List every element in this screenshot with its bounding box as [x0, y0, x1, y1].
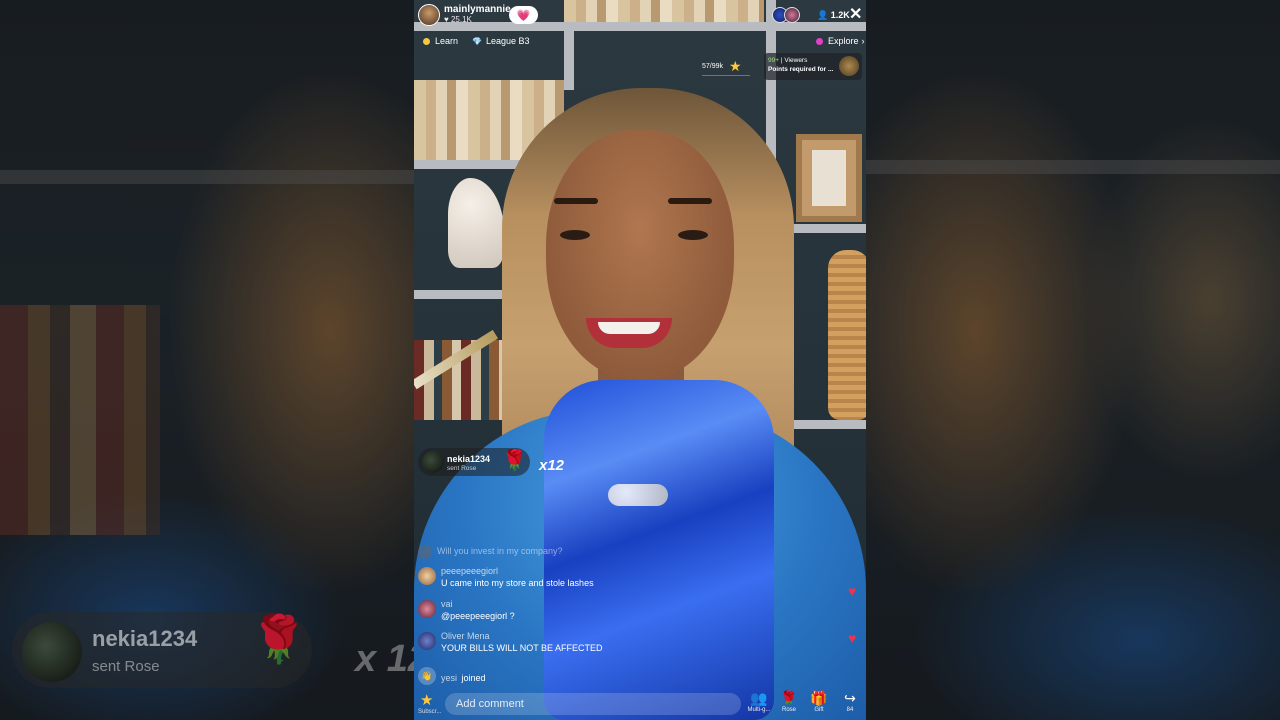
gift-icon: 🎁: [810, 690, 828, 706]
gift-button[interactable]: 🎁 Gift: [805, 690, 833, 713]
heart-icon: ♥: [848, 583, 857, 599]
backdrop-gift-sender: nekia1234: [92, 626, 198, 651]
share-count: 84: [846, 707, 854, 713]
ranking-panel[interactable]: 99+ | Viewers Points required for ...: [764, 53, 862, 80]
rose-button-label: Rose: [781, 707, 796, 713]
learn-label: Learn: [435, 36, 459, 46]
chat-message[interactable]: peeepeeegiorl U came into my store and st…: [418, 565, 594, 589]
chat-avatar[interactable]: [418, 632, 436, 650]
chat-text: @peeepeeegiorl ?: [441, 611, 515, 621]
rose-icon: 🌹: [502, 450, 527, 472]
host-eye-left: [560, 230, 590, 240]
woven-vase: [828, 250, 866, 420]
star-icon: ★: [729, 58, 742, 74]
chevron-right-icon: ›: [861, 36, 865, 46]
multi-guest-button[interactable]: 👥 Multi-g...: [745, 690, 773, 713]
host-likes: ♥ 25.1K: [444, 15, 472, 24]
gift-sender-name[interactable]: nekia1234: [447, 454, 490, 464]
host-username: mainlymannie: [444, 4, 511, 15]
backdrop-gift-avatar: [22, 622, 82, 682]
chat-text: U came into my store and stole lashes: [441, 578, 594, 588]
backdrop-shelf: [866, 160, 1280, 174]
chat-message[interactable]: Will you invest in my company?: [418, 545, 563, 559]
share-button[interactable]: ↪ 84: [836, 690, 864, 713]
chat-message[interactable]: Oliver Mena YOUR BILLS WILL NOT BE AFFECT…: [418, 630, 603, 654]
ranking-avatar[interactable]: [839, 56, 859, 76]
heart-icon: ♥: [848, 630, 857, 646]
explore-label: Explore: [828, 36, 859, 46]
host-likes-value: 25.1K: [450, 15, 472, 24]
league-chip[interactable]: 💎 League B3: [472, 34, 530, 48]
diamond-icon: 💎: [472, 36, 482, 46]
gift-sender-avatar[interactable]: [422, 451, 444, 473]
rose-button[interactable]: 🌹 Rose: [775, 690, 803, 713]
chat-avatar[interactable]: [418, 545, 432, 559]
chat-username[interactable]: yesi: [441, 673, 457, 683]
host-brooch: [608, 484, 668, 506]
explore-chip[interactable]: Explore ›: [816, 34, 865, 48]
close-button[interactable]: ✕: [849, 6, 862, 24]
follow-button[interactable]: 💗: [509, 6, 538, 24]
picture-frame: [796, 134, 862, 222]
viewer-avatar[interactable]: [784, 7, 800, 23]
gift-button-label: Gift: [814, 707, 824, 713]
chat-avatar[interactable]: [418, 567, 436, 585]
host-brow-right: [668, 198, 712, 204]
chat-message[interactable]: vai @peeepeeegiorl ?: [418, 598, 515, 622]
rose-button-icon: 🌹: [780, 690, 798, 706]
follow-heart-icon: 💗: [516, 9, 531, 22]
top-viewer-avatars[interactable]: [772, 6, 800, 24]
host-eye-right: [678, 230, 708, 240]
comment-input[interactable]: [445, 693, 741, 715]
goal-progress[interactable]: 57/99k ★: [702, 58, 750, 76]
chat-message[interactable]: 👋 yesi joined: [418, 665, 486, 686]
host-avatar[interactable]: [418, 4, 440, 26]
gift-action-text: sent Rose: [447, 465, 477, 472]
subscribe-label[interactable]: Subscr...: [418, 709, 441, 715]
learn-chip[interactable]: Learn: [423, 34, 458, 48]
host-brow-left: [554, 198, 598, 204]
chat-username[interactable]: peeepeeegiorl: [441, 565, 594, 577]
share-arrow-icon: ↪: [844, 690, 856, 706]
multi-guest-label: Multi-g...: [747, 707, 771, 713]
ranking-viewers-label: Viewers: [784, 57, 808, 64]
gift-count: x12: [539, 457, 565, 474]
viewer-count-value: 1.2K: [830, 10, 850, 20]
host-teeth: [598, 322, 660, 334]
chat-text: joined: [461, 673, 486, 683]
subscribe-star-icon[interactable]: ★: [420, 691, 433, 709]
league-label: League B3: [485, 36, 530, 46]
multi-guest-icon: 👥: [750, 690, 768, 706]
backdrop-books: [0, 305, 160, 535]
wave-icon: 👋: [418, 667, 436, 685]
backdrop-shelf: [0, 170, 414, 184]
chat-username[interactable]: vai: [441, 598, 515, 610]
explore-dot-icon: [816, 37, 823, 45]
bulb-icon: [423, 37, 430, 45]
chat-text: Will you invest in my company?: [437, 546, 563, 556]
viewer-count[interactable]: 👤 1.2K: [817, 10, 850, 21]
host-info[interactable]: mainlymannie ♥ 25.1K: [418, 3, 511, 27]
ranking-badge: 99+: [768, 57, 780, 64]
chat-username[interactable]: Oliver Mena: [441, 630, 603, 642]
host-scarf: [544, 380, 774, 720]
backdrop-gift-action: sent Rose: [92, 658, 160, 675]
chat-text: YOUR BILLS WILL NOT BE AFFECTED: [441, 643, 603, 653]
horse-statue: [448, 178, 504, 268]
books-top-row: [564, 0, 764, 22]
backdrop-rose-icon: 🌹: [250, 613, 308, 665]
goal-progress-text: 57/99k: [702, 63, 724, 70]
chat-avatar[interactable]: [418, 600, 436, 618]
